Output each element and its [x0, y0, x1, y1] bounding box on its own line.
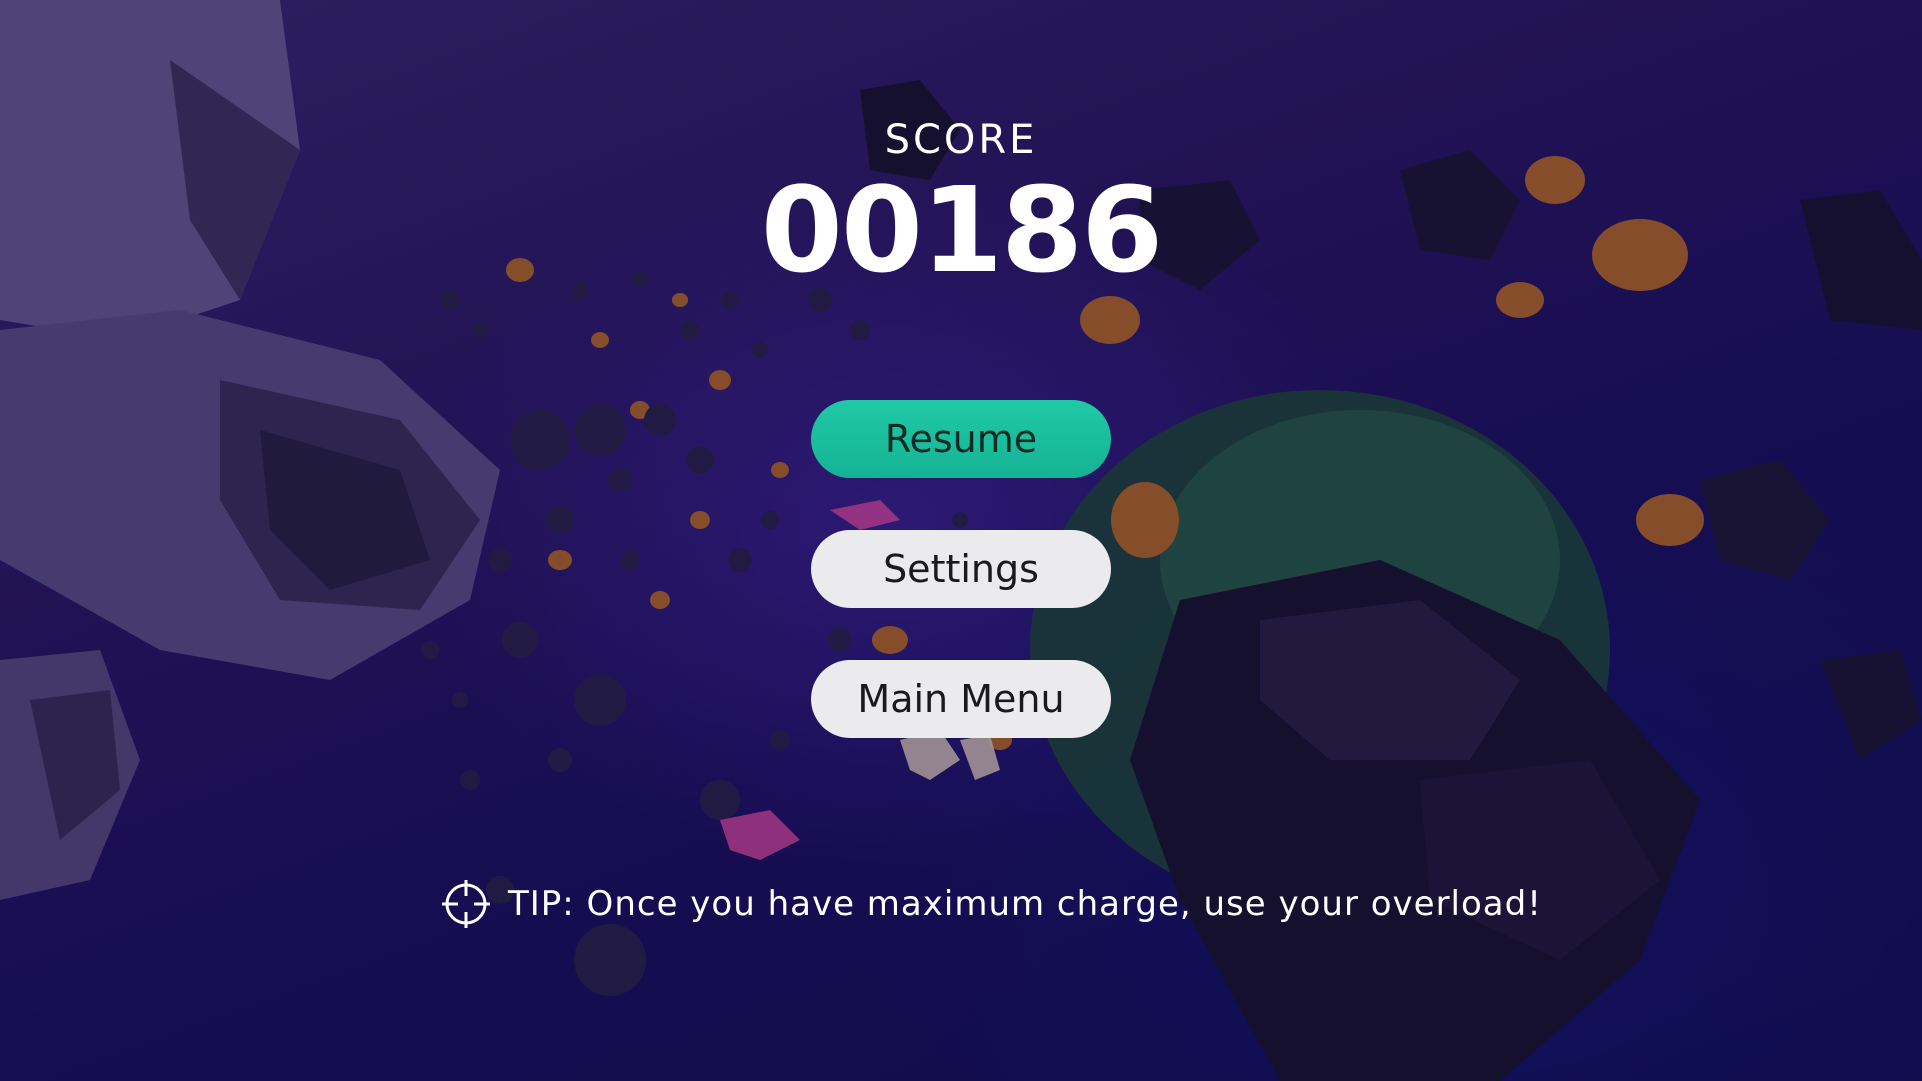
score-label: SCORE: [884, 117, 1038, 163]
resume-button[interactable]: Resume: [811, 400, 1111, 478]
game-pause-screen: SCORE 00186 Resume Settings Main Menu TI…: [0, 0, 1922, 1081]
settings-button[interactable]: Settings: [811, 530, 1111, 608]
crosshair-icon: [442, 880, 490, 928]
tip-row: TIP: Once you have maximum charge, use y…: [440, 876, 1542, 932]
tip-text: TIP: Once you have maximum charge, use y…: [508, 884, 1542, 924]
main-menu-button[interactable]: Main Menu: [811, 660, 1111, 738]
score-value: 00186: [760, 161, 1164, 299]
